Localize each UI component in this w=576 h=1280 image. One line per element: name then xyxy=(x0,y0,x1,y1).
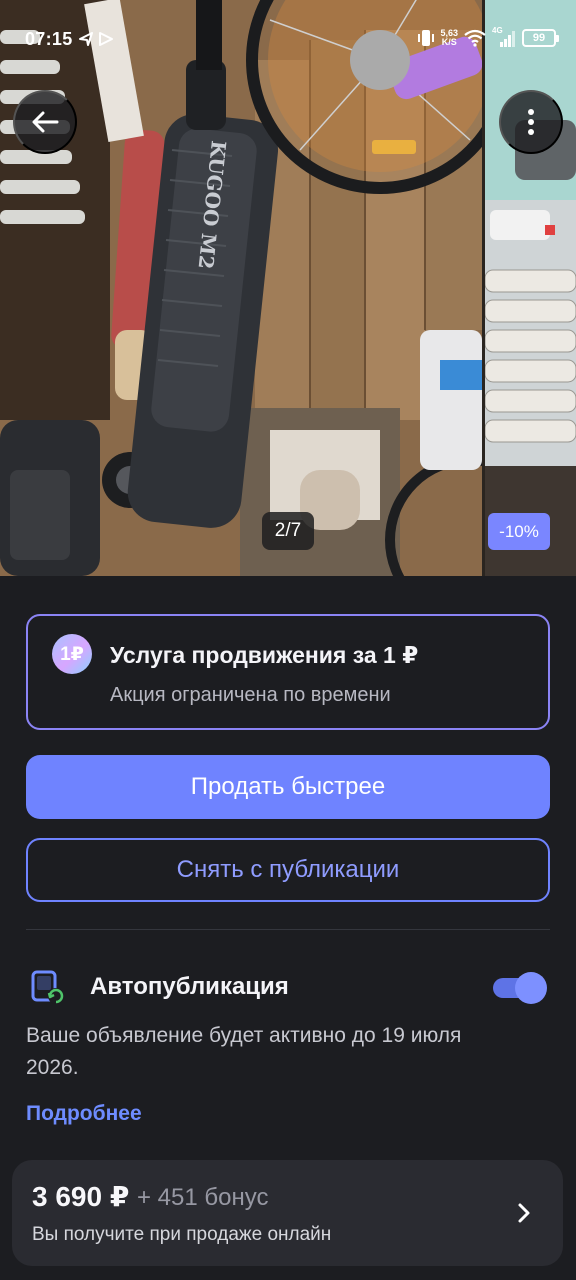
unpublish-button[interactable]: Снять с публикации xyxy=(26,838,550,902)
status-indicators: 5,63 K/S 4G 99 xyxy=(418,26,559,50)
status-time: 07:15 xyxy=(25,29,73,49)
autopublish-icon xyxy=(31,970,64,1004)
toggle-knob xyxy=(515,972,547,1004)
hidden-content-peek xyxy=(30,1266,510,1280)
autopublish-description: Ваше объявление будет активно до 19 июля… xyxy=(26,1024,462,1079)
autopublish-title: Автопубликация xyxy=(90,973,289,1000)
radiator-photo-image xyxy=(485,0,576,576)
back-button[interactable] xyxy=(13,90,77,154)
more-options-button[interactable] xyxy=(499,90,563,154)
promo-title: Услуга продвижения за 1 ₽ xyxy=(110,642,419,668)
next-listing-photo[interactable] xyxy=(485,0,576,576)
sale-price-card[interactable]: 3 690 ₽ + 451 бонус Вы получите при прод… xyxy=(12,1160,563,1266)
vibrate-icon xyxy=(418,30,435,46)
autopublish-toggle[interactable] xyxy=(493,972,547,1004)
promo-subtitle: Акция ограничена по времени xyxy=(110,684,391,706)
sell-faster-button[interactable]: Продать быстрее xyxy=(26,755,550,819)
wifi-icon xyxy=(464,29,486,47)
more-details-link[interactable]: Подробнее xyxy=(26,1102,142,1126)
arrow-left-icon xyxy=(32,111,59,133)
net-speed-unit: K/S xyxy=(441,37,457,47)
promotion-card[interactable]: 1₽ Услуга продвижения за 1 ₽ Акция огран… xyxy=(26,614,550,730)
status-bar: 07:15 5,63 K/S 4G 99 xyxy=(0,0,576,78)
photo-gallery[interactable]: KUGOO M2 07:15 5,63 K/S 4G 99 2/7 -10% xyxy=(0,0,576,576)
notification-icons xyxy=(79,32,113,46)
ruble-coin-icon: 1₽ xyxy=(52,634,92,674)
photo-counter: 2/7 xyxy=(262,512,314,550)
listing-photo[interactable]: KUGOO M2 xyxy=(0,0,482,576)
chevron-right-icon xyxy=(518,1203,530,1223)
net-speed: 5,63 K/S xyxy=(440,29,458,47)
signal-icon: 4G xyxy=(492,26,516,48)
price-subtitle: Вы получите при продаже онлайн xyxy=(32,1224,332,1245)
discount-badge: -10% xyxy=(488,513,550,550)
divider xyxy=(26,929,550,930)
scooter-photo-image: KUGOO M2 xyxy=(0,0,482,576)
signal-bars-icon xyxy=(500,31,515,47)
bonus-amount: + 451 бонус xyxy=(137,1184,269,1211)
battery-indicator: 99 xyxy=(522,29,559,47)
more-vertical-icon xyxy=(528,109,534,135)
price: 3 690 ₽ xyxy=(32,1181,130,1212)
